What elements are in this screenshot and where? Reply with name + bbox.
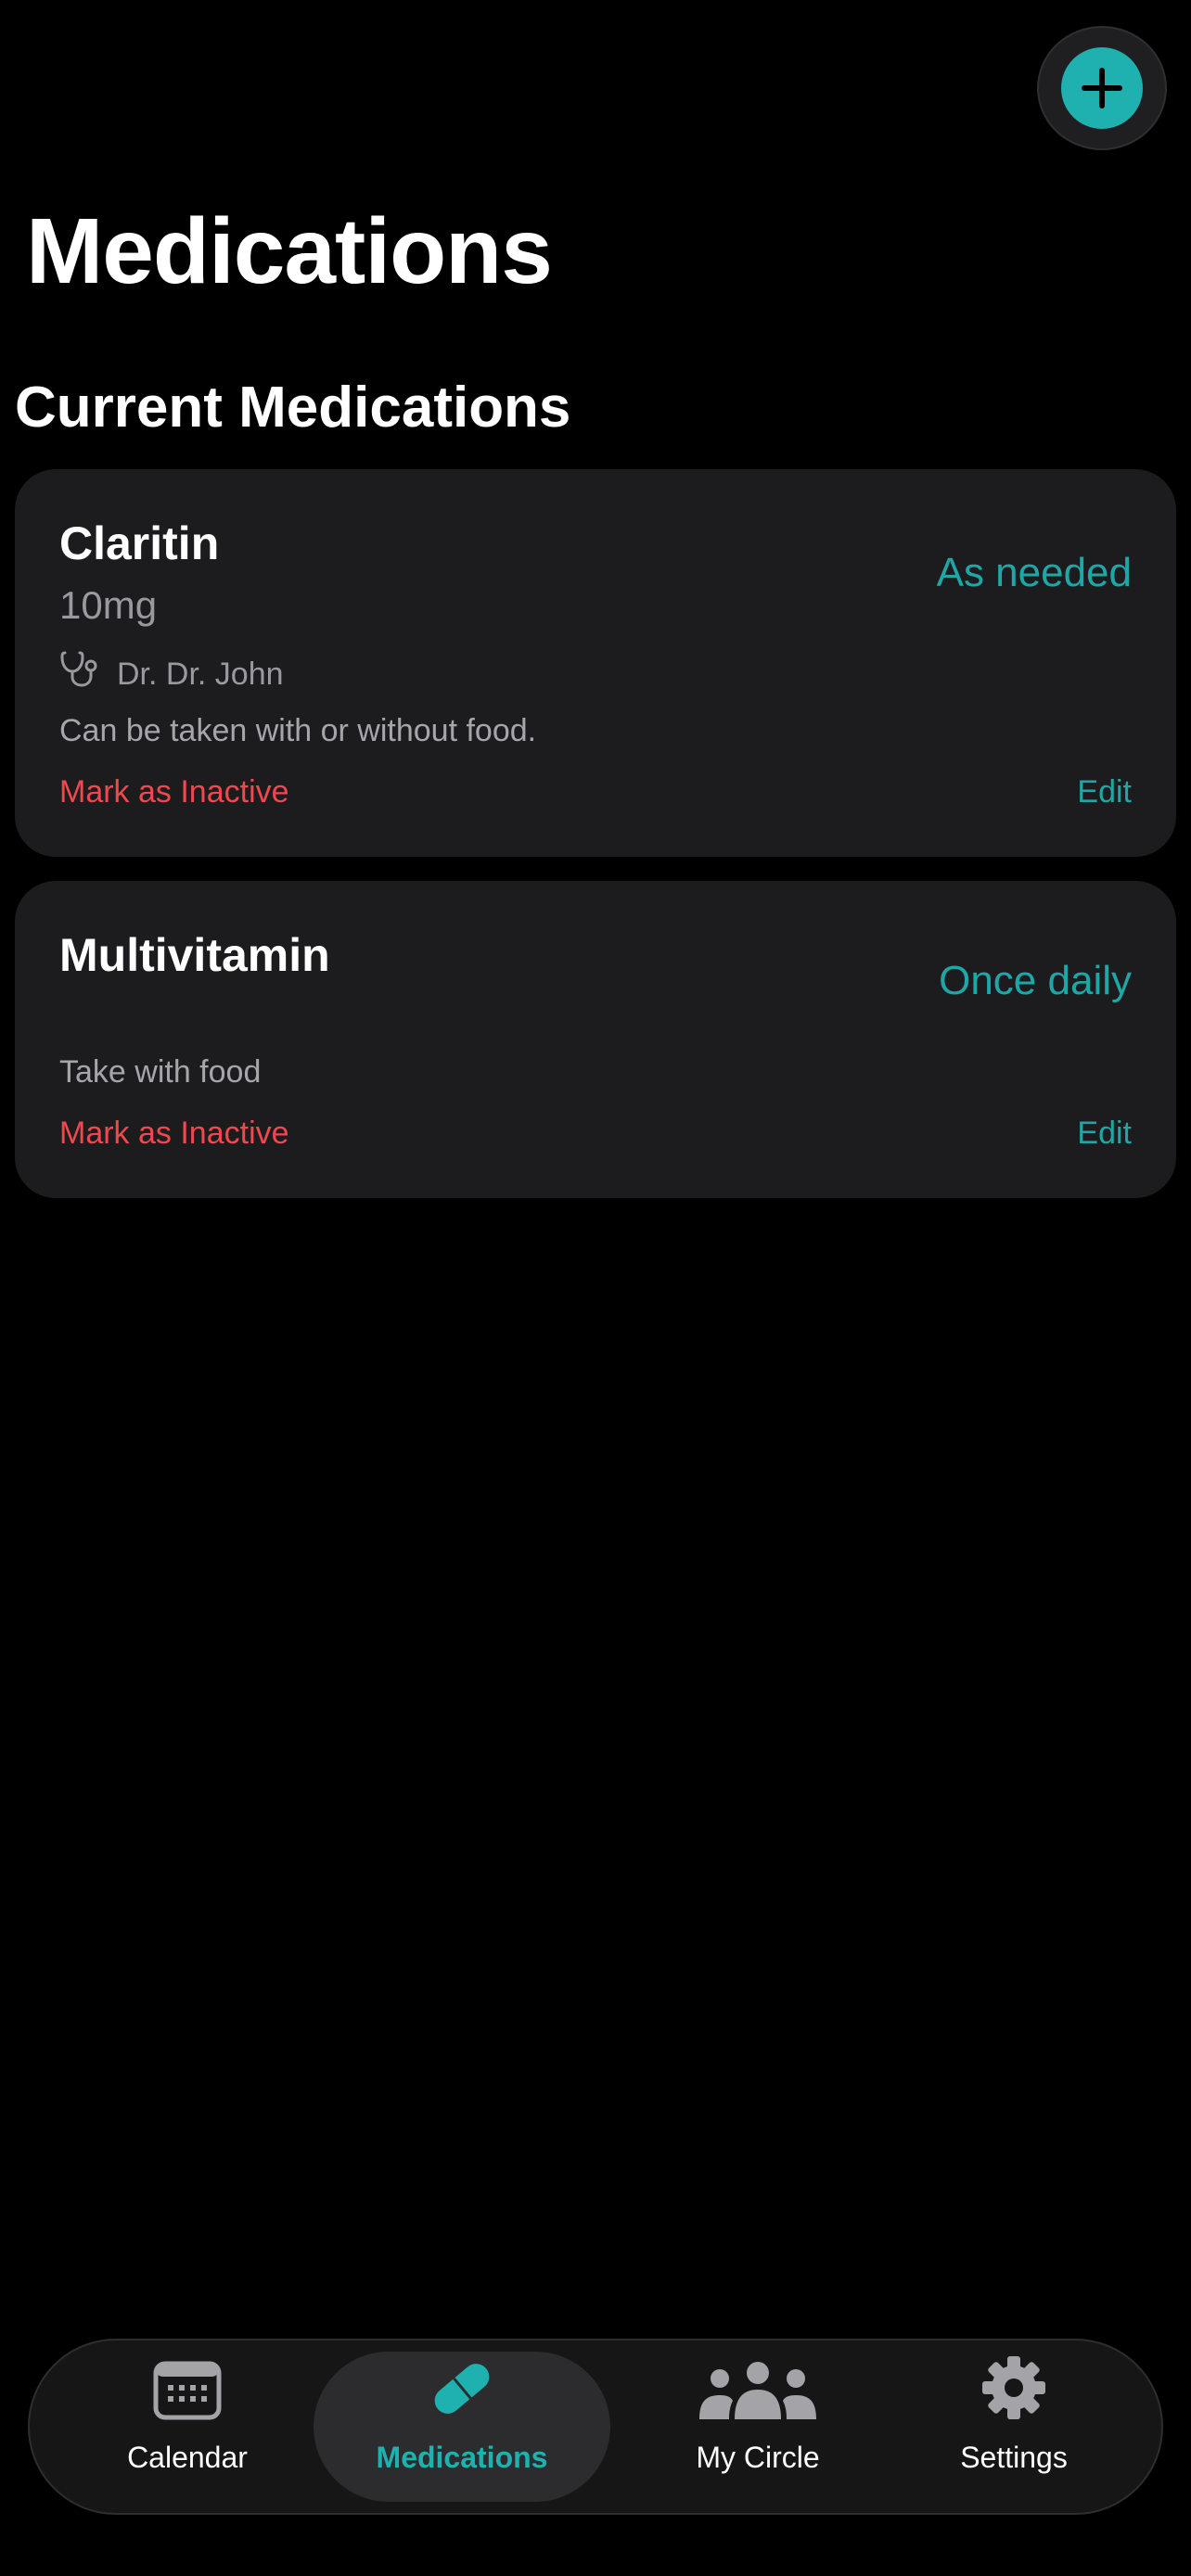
medication-name: Claritin — [59, 517, 220, 569]
edit-button[interactable]: Edit — [1077, 1113, 1132, 1154]
mark-inactive-button[interactable]: Mark as Inactive — [59, 772, 289, 812]
doctor-name: Dr. Dr. John — [117, 656, 284, 692]
tab-label: Medications — [376, 2441, 548, 2474]
pill-icon — [427, 2356, 497, 2426]
prescribing-doctor: Dr. Dr. John — [59, 649, 284, 698]
medication-notes: Take with food — [59, 1054, 262, 1090]
add-medication-button[interactable] — [1037, 26, 1167, 150]
medication-dosage: 10mg — [59, 583, 158, 627]
tab-settings[interactable]: Settings — [907, 2352, 1121, 2502]
calendar-icon — [153, 2360, 222, 2426]
tab-my-circle[interactable]: My Circle — [633, 2352, 883, 2502]
gear-icon — [980, 2354, 1047, 2426]
tab-medications[interactable]: Medications — [314, 2352, 610, 2502]
stethoscope-icon — [59, 649, 104, 698]
mark-inactive-button[interactable]: Mark as Inactive — [59, 1113, 289, 1154]
section-title: Current Medications — [15, 376, 571, 440]
tab-calendar[interactable]: Calendar — [85, 2352, 289, 2502]
tab-label: My Circle — [696, 2441, 820, 2474]
medication-card: Claritin As needed 10mg Dr. Dr. John Can… — [15, 469, 1176, 857]
edit-button[interactable]: Edit — [1077, 772, 1132, 812]
medication-card: Multivitamin Once daily Take with food M… — [15, 881, 1176, 1198]
medication-frequency: As needed — [936, 550, 1132, 595]
people-icon — [696, 2360, 820, 2426]
plus-icon — [1061, 47, 1143, 129]
tab-bar: Calendar Medications My Circle Settings — [28, 2339, 1163, 2515]
page-title: Medications — [26, 199, 553, 303]
tab-label: Calendar — [127, 2441, 248, 2474]
medication-name: Multivitamin — [59, 929, 330, 981]
medication-notes: Can be taken with or without food. — [59, 713, 537, 748]
tab-label: Settings — [960, 2441, 1068, 2474]
medication-frequency: Once daily — [939, 958, 1132, 1003]
